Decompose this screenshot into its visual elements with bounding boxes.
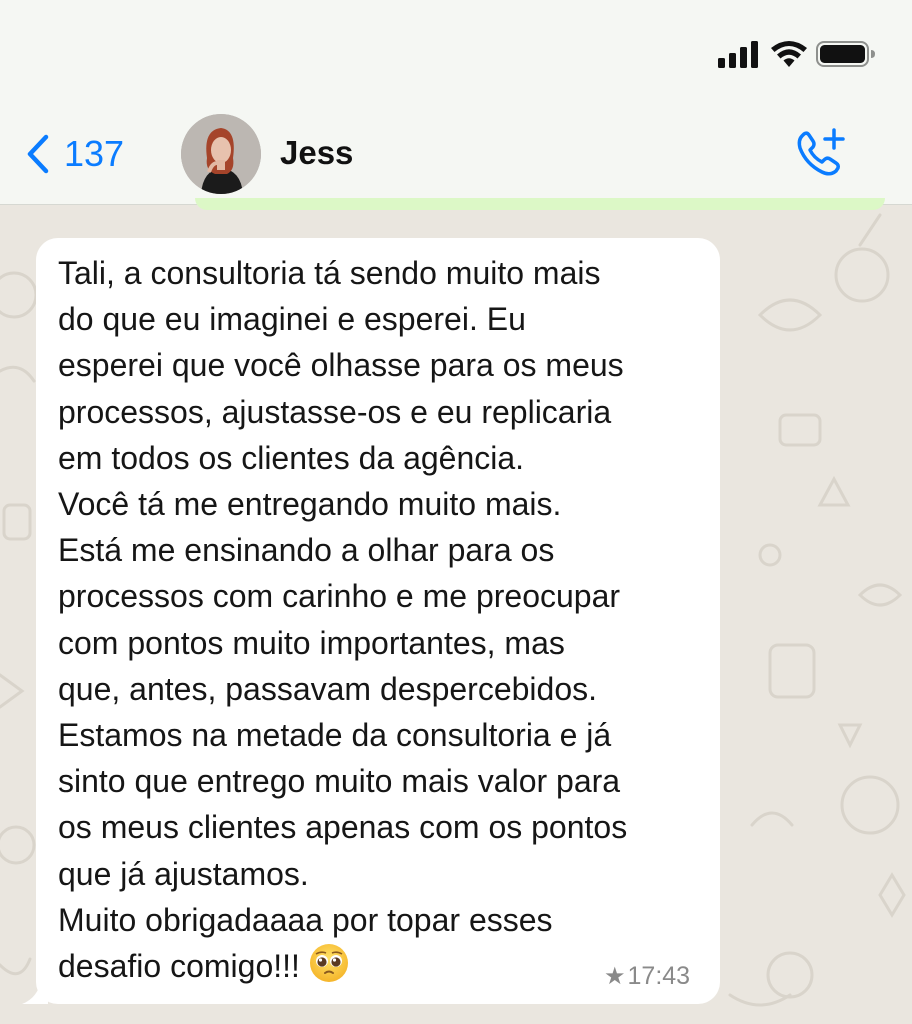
contact-photo [181,114,261,194]
back-button[interactable]: 137 [26,130,124,178]
message-text: Tali, a consultoria tá sendo muito mais … [58,250,708,989]
status-bar [0,0,912,105]
wifi-icon [771,41,807,67]
message-body: Tali, a consultoria tá sendo muito mais … [58,255,628,985]
chat-header [0,105,912,205]
message-meta: ★ 17:43 [604,962,690,991]
battery-icon [816,41,875,67]
chevron-left-icon [27,134,49,174]
add-call-icon[interactable] [792,126,848,182]
star-icon: ★ [604,963,626,990]
avatar[interactable] [181,114,261,194]
message-time: 17:43 [627,962,691,990]
previous-message-bubble [195,198,885,210]
cellular-signal-icon [718,41,758,68]
unread-count: 137 [64,133,125,174]
pleading-face-emoji [309,944,348,983]
contact-name[interactable]: Jess [280,134,353,172]
